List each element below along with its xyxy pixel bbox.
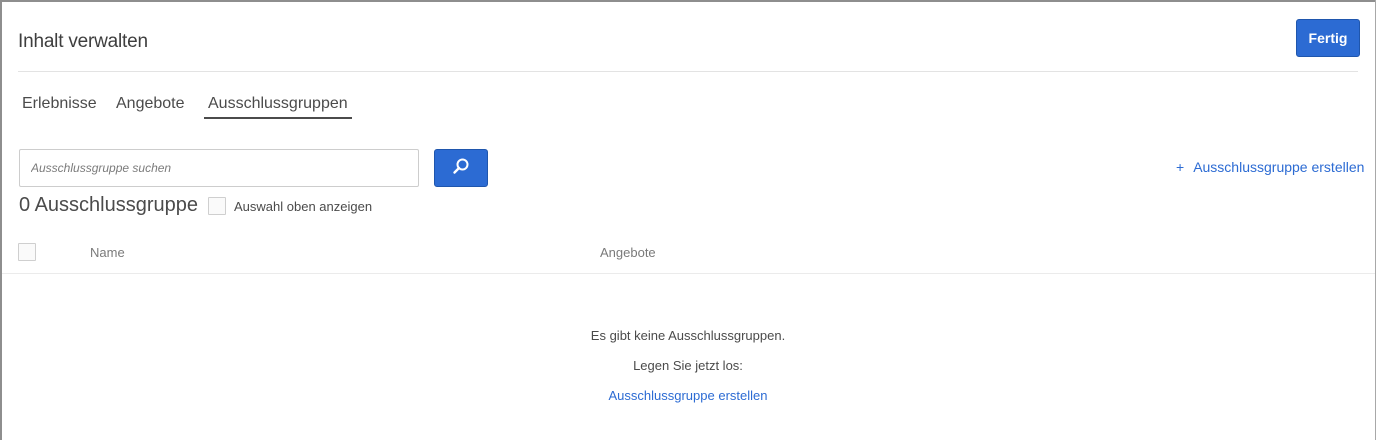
tab-offers[interactable]: Angebote: [116, 95, 185, 113]
select-all-checkbox[interactable]: [18, 243, 36, 261]
empty-state-create-link[interactable]: Ausschlussgruppe erstellen: [609, 388, 768, 403]
create-exclusion-group-link[interactable]: + Ausschlussgruppe erstellen: [1176, 159, 1364, 175]
header-divider: [18, 71, 1358, 72]
done-button[interactable]: Fertig: [1296, 19, 1360, 57]
show-selected-checkbox[interactable]: [208, 197, 226, 215]
column-header-offers[interactable]: Angebote: [600, 245, 656, 260]
tab-experiences[interactable]: Erlebnisse: [22, 95, 97, 113]
empty-state-message: Es gibt keine Ausschlussgruppen.: [590, 328, 786, 343]
result-count: 0 Ausschlussgruppe: [19, 194, 199, 216]
search-icon: [452, 157, 470, 180]
search-button[interactable]: [434, 149, 488, 187]
column-header-name[interactable]: Name: [90, 245, 125, 260]
plus-icon: +: [1176, 159, 1185, 175]
dialog-title: Inhalt verwalten: [18, 31, 148, 52]
show-selected-label: Auswahl oben anzeigen: [234, 199, 373, 214]
empty-state-row: Ausschlussgruppe erstellen: [0, 388, 1376, 403]
create-exclusion-group-label: Ausschlussgruppe erstellen: [1193, 159, 1365, 175]
table-header-divider: [2, 273, 1375, 274]
dialog-header: Inhalt verwalten Fertig: [0, 0, 1376, 72]
search-input[interactable]: [19, 149, 419, 187]
empty-state-prompt: Legen Sie jetzt los:: [633, 358, 743, 373]
tab-exclusion-groups[interactable]: Ausschlussgruppen: [204, 95, 352, 119]
